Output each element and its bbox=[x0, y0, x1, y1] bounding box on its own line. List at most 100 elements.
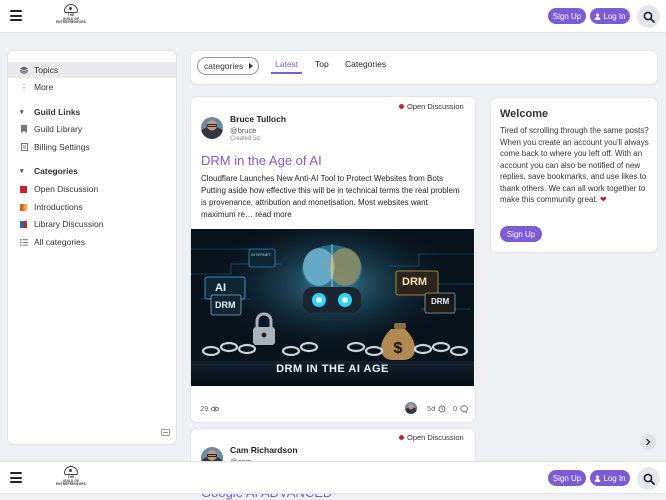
sidebar-item-billing[interactable]: Billing Settings bbox=[8, 139, 176, 155]
hero-label-drm-right: DRM bbox=[402, 276, 428, 288]
created-time: Created 5d bbox=[230, 136, 260, 142]
keyboard-icon[interactable] bbox=[161, 429, 170, 436]
logo-text: THE GUILD OF ENTREPRENEURS bbox=[56, 475, 86, 487]
sidebar-item-all-categories[interactable]: All categories bbox=[8, 234, 176, 250]
section-categories[interactable]: ▾ Categories bbox=[8, 164, 176, 178]
section-heading: Categories bbox=[34, 166, 78, 176]
caret-right-icon bbox=[249, 63, 254, 69]
topic-nav-bar: categories Latest Top Categories bbox=[191, 51, 657, 84]
active-tab-indicator bbox=[271, 72, 302, 74]
chevron-right-icon bbox=[646, 438, 651, 446]
sidebar-item-library-discussion[interactable]: Library Discussion bbox=[8, 216, 176, 232]
replies-number: 0 bbox=[453, 404, 458, 413]
reply-count[interactable]: 0 bbox=[453, 404, 469, 413]
category-swatch bbox=[20, 220, 27, 228]
chevron-down-icon: ▾ bbox=[20, 168, 24, 175]
chevron-down-icon: ▾ bbox=[20, 109, 24, 116]
sidebar-item-label: Guild Library bbox=[34, 124, 83, 134]
activity-label: 5d bbox=[427, 404, 436, 413]
category-badge[interactable]: Open Discussion bbox=[399, 102, 464, 111]
log-in-button[interactable]: Log In bbox=[590, 8, 630, 24]
categories-dropdown-label: categories bbox=[204, 61, 244, 71]
svg-text:$: $ bbox=[394, 340, 403, 357]
tab-latest[interactable]: Latest bbox=[275, 59, 298, 69]
site-header-sticky: THE GUILD OF ENTREPRENEURS Sign Up Log I… bbox=[0, 461, 666, 494]
views-count: 29 bbox=[200, 404, 220, 413]
category-swatch bbox=[20, 185, 27, 193]
read-more-link[interactable]: read more bbox=[255, 210, 291, 219]
welcome-body: Tired of scrolling through the same post… bbox=[500, 125, 652, 206]
welcome-sign-up-button[interactable]: Sign Up bbox=[500, 226, 542, 242]
category-badge-label: Open Discussion bbox=[407, 102, 464, 111]
sidebar-item-label: Open Discussion bbox=[34, 184, 99, 194]
sidebar-item-more[interactable]: ⋮ More bbox=[8, 79, 176, 95]
eye-icon bbox=[211, 406, 220, 411]
log-in-label: Log In bbox=[603, 473, 626, 483]
bookmark-icon bbox=[20, 125, 28, 133]
section-guild-links[interactable]: ▾ Guild Links bbox=[8, 105, 176, 119]
welcome-card: Welcome Tired of scrolling through the s… bbox=[491, 98, 657, 252]
sidebar-item-guild-library[interactable]: Guild Library bbox=[8, 121, 176, 137]
search-icon bbox=[643, 11, 655, 23]
views-number: 29 bbox=[200, 404, 209, 413]
excerpt-text: Cloudflare Launches New Anti-AI Tool to … bbox=[201, 174, 460, 219]
site-header: THE GUILD OF ENTREPRENEURS Sign Up Log I… bbox=[0, 0, 666, 33]
welcome-title: Welcome bbox=[500, 108, 549, 120]
hamburger-menu-icon[interactable] bbox=[10, 10, 22, 21]
category-swatch bbox=[20, 203, 27, 211]
topic-card[interactable]: Open Discussion Bruce Tulloch @bruce Cre… bbox=[191, 97, 475, 422]
search-button[interactable] bbox=[637, 467, 660, 490]
sidebar-item-open-discussion[interactable]: Open Discussion bbox=[8, 181, 176, 197]
user-icon bbox=[595, 13, 601, 20]
sign-up-button[interactable]: Sign Up bbox=[548, 8, 586, 24]
last-poster-avatar[interactable] bbox=[405, 402, 417, 414]
site-logo[interactable]: THE GUILD OF ENTREPRENEURS bbox=[50, 466, 92, 492]
hero-label-drm-left: DRM bbox=[215, 300, 236, 310]
topics-icon bbox=[20, 66, 28, 74]
hero-label-ai-left: AI bbox=[215, 282, 226, 294]
hero-label-internet: INTERNET bbox=[251, 252, 271, 257]
hero-label-drm-right-2: DRM bbox=[431, 297, 450, 306]
site-logo[interactable]: THE GUILD OF ENTREPRENEURS bbox=[50, 4, 92, 30]
topic-title[interactable]: DRM in the Age of AI bbox=[201, 153, 322, 168]
logo-mark-icon bbox=[64, 4, 78, 13]
category-dot bbox=[399, 435, 404, 440]
list-icon bbox=[20, 238, 28, 246]
tab-categories[interactable]: Categories bbox=[345, 59, 386, 69]
sidebar-item-label: All categories bbox=[34, 237, 86, 247]
topic-image[interactable]: $ INTERNET AI DRM DRM DRM DRM IN THE AI … bbox=[191, 229, 474, 386]
hamburger-menu-icon[interactable] bbox=[10, 472, 22, 483]
author-handle: @bruce bbox=[230, 126, 257, 135]
document-icon bbox=[20, 143, 28, 151]
category-dot bbox=[399, 104, 404, 109]
avatar[interactable] bbox=[201, 117, 223, 139]
image-caption: DRM IN THE AI AGE bbox=[276, 363, 389, 375]
category-badge-label: Open Discussion bbox=[407, 433, 464, 442]
topic-excerpt: Cloudflare Launches New Anti-AI Tool to … bbox=[201, 173, 463, 221]
category-badge[interactable]: Open Discussion bbox=[399, 433, 464, 442]
history-icon bbox=[438, 405, 446, 412]
author-name[interactable]: Cam Richardson bbox=[230, 445, 298, 455]
sidebar-item-label: More bbox=[34, 82, 54, 92]
sign-up-button[interactable]: Sign Up bbox=[548, 470, 586, 486]
more-vertical-icon: ⋮ bbox=[20, 82, 28, 92]
tab-top[interactable]: Top bbox=[315, 59, 329, 69]
sidebar-item-label: Billing Settings bbox=[34, 142, 90, 152]
search-icon bbox=[643, 473, 655, 485]
welcome-text: Tired of scrolling through the same post… bbox=[500, 126, 649, 204]
logo-mark-icon bbox=[64, 466, 78, 475]
log-in-label: Log In bbox=[603, 11, 626, 21]
author-name[interactable]: Bruce Tulloch bbox=[230, 114, 286, 124]
heart-icon: ❤ bbox=[600, 195, 607, 204]
search-button[interactable] bbox=[637, 5, 660, 28]
sidebar-item-topics[interactable]: Topics bbox=[8, 62, 176, 78]
sidebar-item-label: Library Discussion bbox=[34, 219, 104, 229]
activity-time[interactable]: 5d bbox=[427, 404, 446, 413]
categories-dropdown[interactable]: categories bbox=[197, 57, 259, 75]
section-heading: Guild Links bbox=[34, 107, 81, 117]
sidebar-item-introductions[interactable]: Introductions bbox=[8, 199, 176, 215]
scroll-next-button[interactable] bbox=[640, 434, 656, 450]
log-in-button[interactable]: Log In bbox=[590, 470, 630, 486]
sidebar-item-label: Introductions bbox=[34, 202, 83, 212]
logo-text: THE GUILD OF ENTREPRENEURS bbox=[56, 13, 86, 25]
